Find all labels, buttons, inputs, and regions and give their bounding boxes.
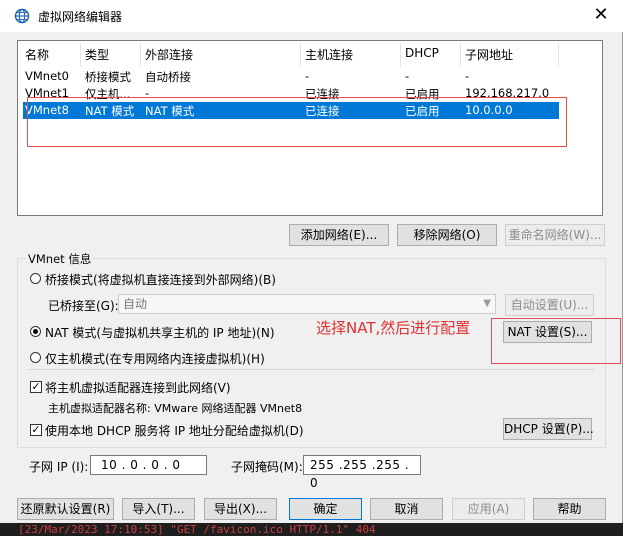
background-terminal-line: [23/Mar/2023 17:10:53] "GET /favicon.ico… xyxy=(0,523,623,536)
table-row[interactable]: VMnet0 桥接模式 自动桥接 - - - xyxy=(23,68,559,85)
title-bar: 虚拟网络编辑器 ✕ xyxy=(0,0,623,32)
column-divider xyxy=(460,43,461,67)
connect-adapter-checkbox[interactable]: ✓ xyxy=(30,381,42,393)
restore-defaults-button[interactable]: 还原默认设置(R) xyxy=(17,498,114,520)
row-type: 桥接模式 xyxy=(85,70,131,84)
divider xyxy=(28,369,594,370)
auto-settings-button[interactable]: 自动设置(U)... xyxy=(505,294,594,316)
row-name: VMnet0 xyxy=(25,69,69,83)
nat-mode-label[interactable]: NAT 模式(与虚拟机共享主机的 IP 地址)(N) xyxy=(45,324,275,341)
row-external: 自动桥接 xyxy=(145,70,191,84)
subnet-mask-field[interactable]: 255 .255 .255 . 0 xyxy=(303,455,421,490)
column-header-subnet[interactable]: 子网地址 xyxy=(465,46,513,66)
globe-icon xyxy=(14,8,30,24)
cancel-button[interactable]: 取消 xyxy=(370,498,443,520)
virtual-network-editor-window: 虚拟网络编辑器 ✕ 名称 类型 外部连接 主机连接 DHCP 子网地址 VMne… xyxy=(0,0,623,523)
column-divider xyxy=(300,43,301,67)
connect-adapter-label[interactable]: 将主机虚拟适配器连接到此网络(V) xyxy=(45,379,231,396)
help-button[interactable]: 帮助 xyxy=(533,498,606,520)
row-subnet: - xyxy=(465,69,470,83)
bridged-mode-label[interactable]: 桥接模式(将虚拟机直接连接到外部网络)(B) xyxy=(45,271,276,288)
bridged-mode-radio[interactable] xyxy=(30,273,41,284)
subnet-mask-label: 子网掩码(M): xyxy=(231,460,303,474)
chevron-down-icon: ▼ xyxy=(483,298,491,309)
subnet-ip-field[interactable]: 10 . 0 . 0 . 0 xyxy=(90,455,207,475)
dhcp-checkbox[interactable]: ✓ xyxy=(30,424,42,436)
add-network-button[interactable]: 添加网络(E)... xyxy=(289,224,389,246)
bridged-to-label: 已桥接至(G): xyxy=(48,299,119,313)
column-header-dhcp[interactable]: DHCP xyxy=(405,46,439,66)
group-label: VMnet 信息 xyxy=(26,251,94,267)
column-divider xyxy=(140,43,141,67)
row-dhcp: - xyxy=(405,69,410,83)
row-host: - xyxy=(305,69,310,83)
column-header-external[interactable]: 外部连接 xyxy=(145,46,193,66)
column-divider xyxy=(558,43,559,67)
dhcp-settings-button[interactable]: DHCP 设置(P)... xyxy=(503,418,594,440)
apply-button[interactable]: 应用(A) xyxy=(452,498,525,520)
column-divider xyxy=(400,43,401,67)
column-header-name[interactable]: 名称 xyxy=(25,46,49,66)
export-button[interactable]: 导出(X)... xyxy=(204,498,277,520)
host-only-radio[interactable] xyxy=(30,352,41,363)
host-only-label[interactable]: 仅主机模式(在专用网络内连接虚拟机)(H) xyxy=(45,350,265,367)
annotation-text: 选择NAT,然后进行配置 xyxy=(316,319,471,337)
rename-network-button[interactable]: 重命名网络(W)... xyxy=(505,224,605,246)
column-header-host[interactable]: 主机连接 xyxy=(305,46,353,66)
import-button[interactable]: 导入(T)... xyxy=(122,498,195,520)
nat-mode-radio[interactable] xyxy=(30,326,41,337)
ok-button[interactable]: 确定 xyxy=(289,498,362,520)
dhcp-label[interactable]: 使用本地 DHCP 服务将 IP 地址分配给虚拟机(D) xyxy=(45,422,304,439)
subnet-ip-label: 子网 IP (I): xyxy=(29,460,89,474)
adapter-name-text: 主机虚拟适配器名称: VMware 网络适配器 VMnet8 xyxy=(48,402,303,415)
column-header-type[interactable]: 类型 xyxy=(85,46,109,66)
bridged-to-select[interactable]: 自动 ▼ xyxy=(118,294,496,314)
window-title: 虚拟网络编辑器 xyxy=(38,10,123,24)
highlight-box xyxy=(491,318,621,364)
highlight-box xyxy=(27,97,567,147)
bridged-to-value: 自动 xyxy=(123,297,148,311)
column-divider xyxy=(80,43,81,67)
remove-network-button[interactable]: 移除网络(O) xyxy=(397,224,497,246)
close-icon[interactable]: ✕ xyxy=(591,5,611,25)
